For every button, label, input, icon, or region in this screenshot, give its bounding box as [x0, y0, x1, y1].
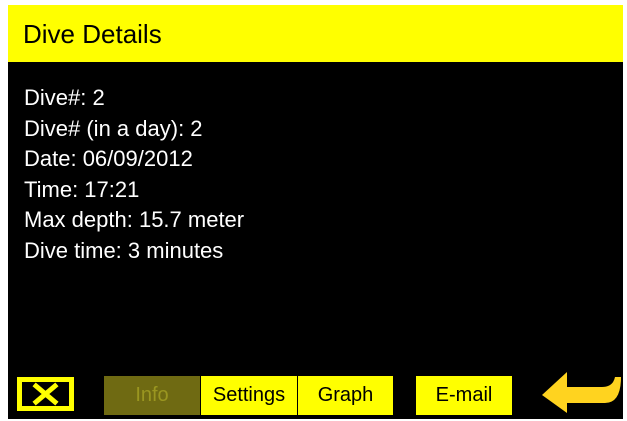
- tab-email[interactable]: E-mail: [416, 376, 512, 415]
- close-button[interactable]: [17, 377, 74, 411]
- dive-details-screen: Dive Details Dive#: 2 Dive# (in a day): …: [8, 5, 623, 419]
- close-x-icon: [17, 377, 74, 411]
- tab-info: Info: [104, 376, 200, 415]
- back-button[interactable]: [537, 366, 623, 414]
- detail-dive-time: Dive time: 3 minutes: [24, 237, 224, 263]
- dive-details-list: Dive#: 2 Dive# (in a day): 2 Date: 06/09…: [24, 83, 244, 267]
- tab-settings[interactable]: Settings: [201, 376, 297, 415]
- detail-time: Time: 17:21: [24, 176, 140, 202]
- detail-max-depth: Max depth: 15.7 meter: [24, 207, 245, 233]
- title-bar: Dive Details: [8, 5, 623, 62]
- return-arrow-icon: [542, 372, 621, 413]
- page-title: Dive Details: [23, 19, 162, 49]
- detail-date: Date: 06/09/2012: [24, 146, 193, 172]
- detail-dive-number-in-day: Dive# (in a day): 2: [24, 115, 203, 141]
- detail-dive-number: Dive#: 2: [24, 85, 105, 110]
- tab-graph[interactable]: Graph: [298, 376, 393, 415]
